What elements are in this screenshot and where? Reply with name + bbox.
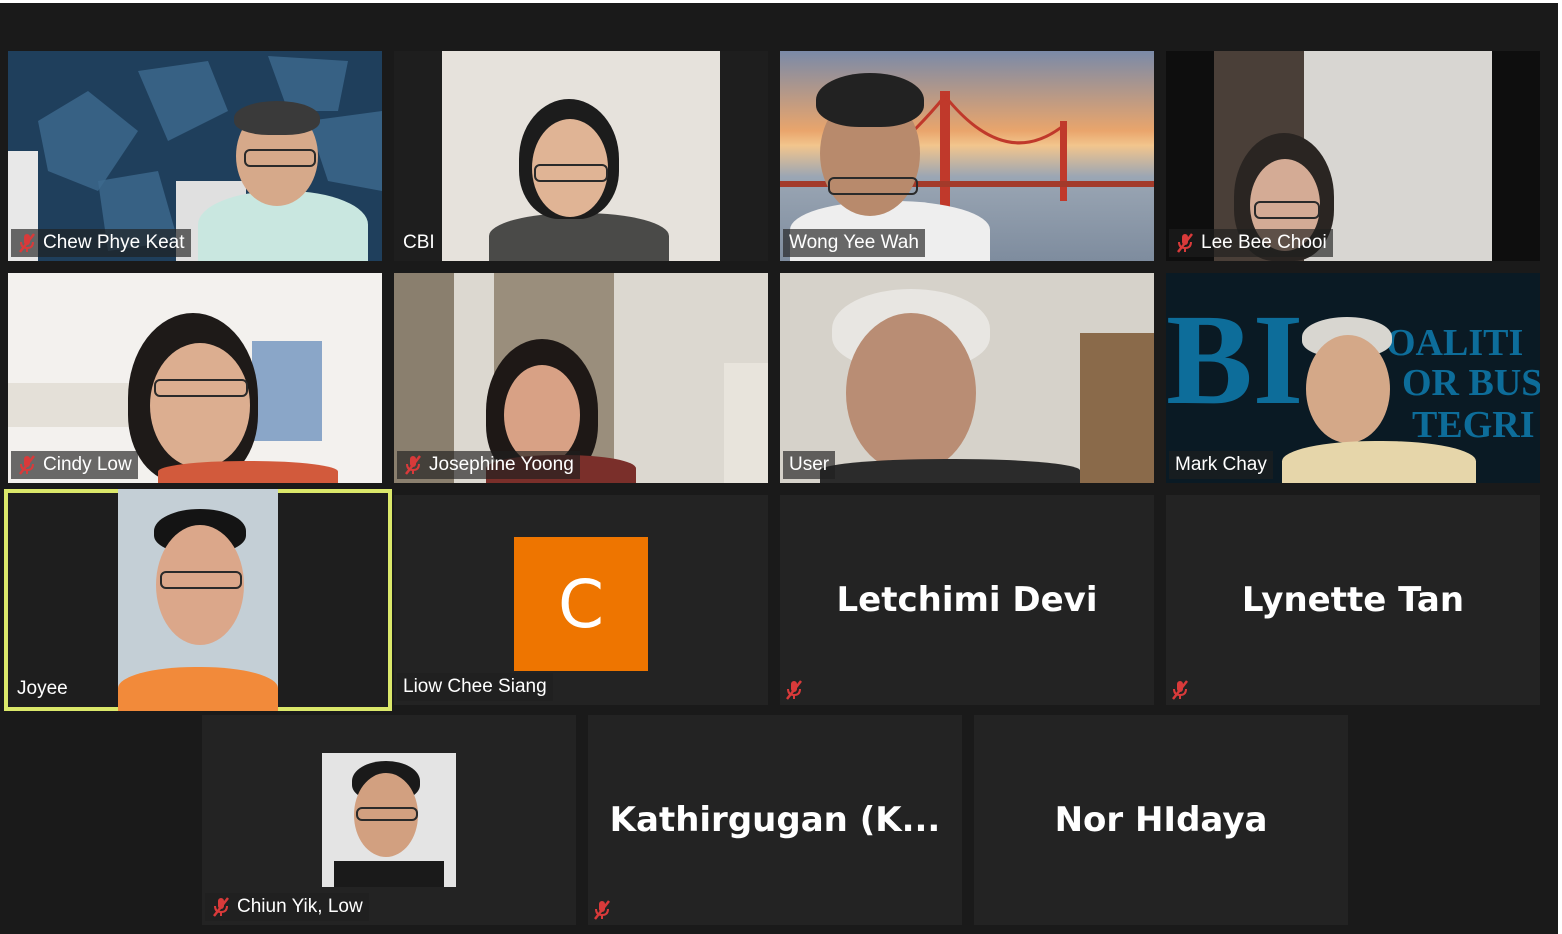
mic-muted-icon — [19, 455, 35, 475]
cbi-logo-letters: BI — [1166, 288, 1304, 432]
name-tag: Cindy Low — [11, 451, 138, 479]
participant-hair — [816, 73, 924, 127]
participant-name: Chew Phye Keat — [43, 232, 185, 253]
participant-name: Joyee — [17, 678, 68, 699]
participant-video — [1282, 441, 1476, 483]
participant-name: Liow Chee Siang — [403, 676, 547, 697]
participant-name: Lee Bee Chooi — [1201, 232, 1327, 253]
video-tile-nor-hidaya[interactable]: Nor HIdaya — [974, 715, 1348, 925]
participant-glasses — [356, 807, 418, 821]
participant-glasses — [1254, 201, 1320, 219]
mic-muted-icon — [786, 680, 802, 700]
participant-name: Wong Yee Wah — [789, 232, 919, 253]
mic-muted-icon — [213, 897, 229, 917]
calligraphy-scroll — [8, 383, 138, 427]
mic-muted-icon — [1172, 680, 1188, 700]
video-tile-letchimi-devi[interactable]: Letchimi Devi — [780, 495, 1154, 705]
video-tile-cbi[interactable]: CBI — [394, 51, 768, 261]
shelf — [724, 363, 768, 483]
participant-name: Letchimi Devi — [836, 580, 1098, 620]
participant-video — [489, 213, 669, 261]
video-tile-cindy-low[interactable]: Cindy Low — [8, 273, 382, 483]
participant-glasses — [160, 571, 242, 589]
participant-name: Lynette Tan — [1241, 580, 1465, 620]
video-tile-liow-chee-siang[interactable]: C Liow Chee Siang — [394, 495, 768, 705]
name-tag: Mark Chay — [1169, 451, 1273, 479]
participant-hair — [234, 101, 320, 135]
participant-video — [158, 461, 338, 483]
cbi-logo-line-3: TEGRI — [1412, 404, 1535, 446]
video-tile-lee-bee-chooi[interactable]: Lee Bee Chooi — [1166, 51, 1540, 261]
door-frame — [1080, 333, 1154, 483]
participant-face — [846, 313, 976, 473]
video-tile-joyee-active-speaker[interactable]: Joyee — [4, 489, 392, 711]
zoom-window: Chew Phye Keat CBI Wong Yee Wah Lee Bee … — [0, 0, 1562, 934]
mic-muted-icon — [594, 900, 610, 920]
drawer-cabinet — [252, 341, 322, 441]
mic-muted-icon — [405, 455, 421, 475]
name-tag: Chiun Yik, Low — [205, 893, 369, 921]
participant-face — [150, 343, 250, 468]
video-tile-kathirgugan[interactable]: Kathirgugan (K... — [588, 715, 962, 925]
participant-name: User — [789, 454, 830, 475]
cbi-logo-line-2: OR BUSI — [1402, 362, 1540, 404]
mic-muted-icon — [19, 233, 35, 253]
name-tag: Wong Yee Wah — [783, 229, 925, 257]
participant-name: CBI — [403, 232, 435, 253]
video-tile-mark-chay[interactable]: BI OALITI OR BUSI TEGRI Mark Chay — [1166, 273, 1540, 483]
participant-glasses — [828, 177, 918, 195]
participant-face — [504, 365, 580, 465]
video-tile-user[interactable]: User — [780, 273, 1154, 483]
participant-glasses — [244, 149, 316, 167]
participant-glasses — [534, 164, 608, 182]
participant-name: Josephine Yoong — [429, 454, 574, 475]
participant-video — [118, 667, 278, 711]
suit-jacket — [334, 861, 444, 887]
participant-name: Mark Chay — [1175, 454, 1267, 475]
participant-name: Nor HIdaya — [1054, 800, 1268, 840]
video-tile-wong-yee-wah[interactable]: Wong Yee Wah — [780, 51, 1154, 261]
name-tag: Joyee — [11, 675, 74, 703]
video-tile-lynette-tan[interactable]: Lynette Tan — [1166, 495, 1540, 705]
gallery-view: Chew Phye Keat CBI Wong Yee Wah Lee Bee … — [0, 3, 1558, 934]
name-tag: Josephine Yoong — [397, 451, 580, 479]
name-tag: Chew Phye Keat — [11, 229, 191, 257]
video-tile-chew-phye-keat[interactable]: Chew Phye Keat — [8, 51, 382, 261]
name-tag: Lee Bee Chooi — [1169, 229, 1333, 257]
name-tag: User — [783, 451, 836, 479]
profile-avatar: C — [514, 537, 648, 671]
video-tile-chiun-yik-low[interactable]: Chiun Yik, Low — [202, 715, 576, 925]
participant-video — [820, 459, 1080, 483]
name-tag: CBI — [397, 229, 441, 257]
cbi-logo-line-1: OALITI — [1386, 322, 1524, 364]
video-tile-josephine-yoong[interactable]: Josephine Yoong — [394, 273, 768, 483]
participant-glasses — [154, 379, 248, 397]
participant-face — [1306, 335, 1390, 443]
participant-name: Kathirgugan (K... — [609, 800, 941, 840]
mic-muted-icon — [1177, 233, 1193, 253]
participant-name: Chiun Yik, Low — [237, 896, 363, 917]
participant-name: Cindy Low — [43, 454, 132, 475]
name-tag: Liow Chee Siang — [397, 673, 553, 701]
